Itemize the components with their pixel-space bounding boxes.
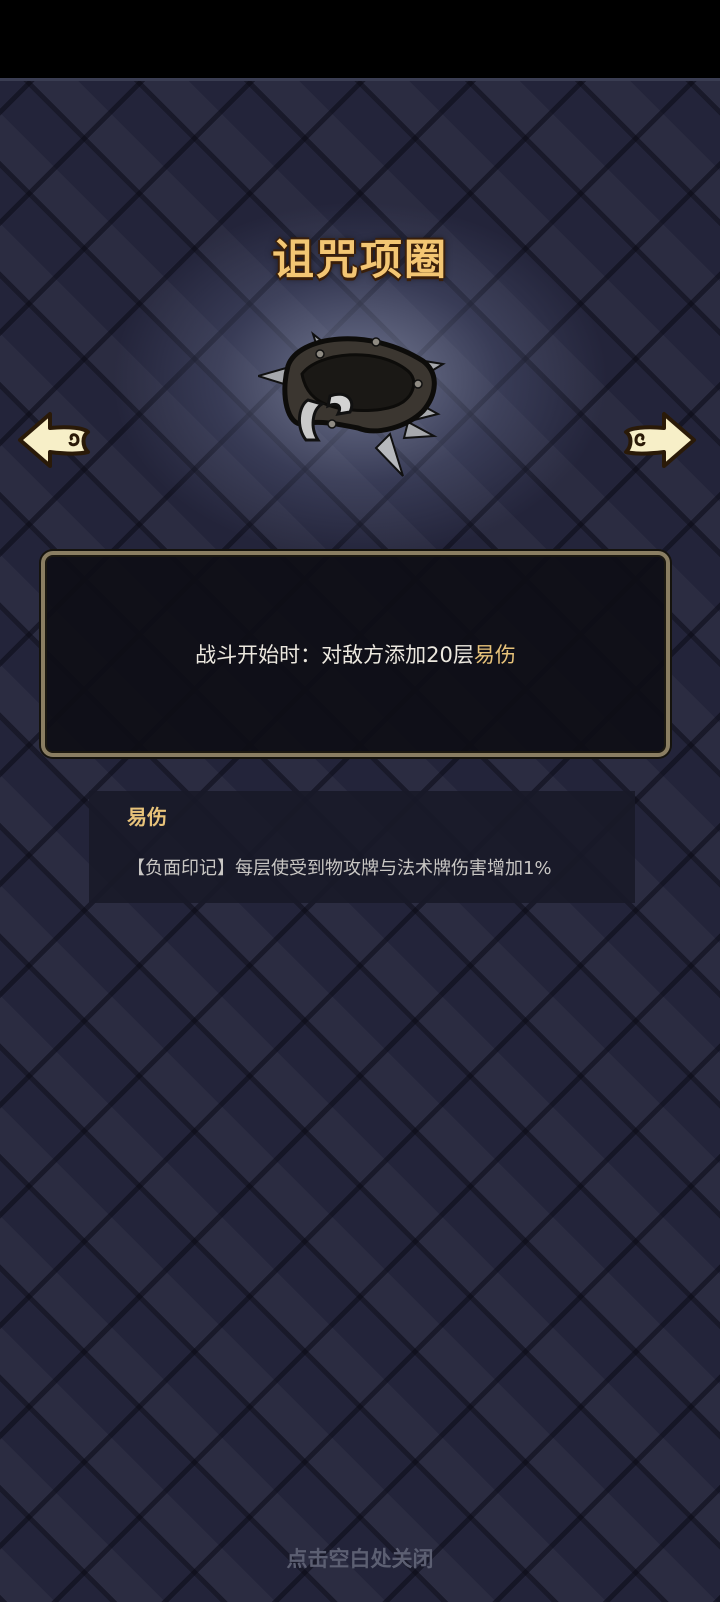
item-detail-screen[interactable]: 诅咒项圈 战斗开始时：对敌方添加20层易伤 易伤 【负面印记】每层使受到物攻牌与… [0,0,720,1602]
arrow-left-icon[interactable] [16,410,94,468]
spiked-collar-icon [258,331,446,477]
description-prefix: 战斗开始时：对敌方添加20层 [195,643,474,667]
item-title: 诅咒项圈 [271,235,448,284]
keyword-description: 【负面印记】每层使受到物攻牌与法术牌伤害增加1% [127,858,552,879]
keyword-tooltip: 易伤 【负面印记】每层使受到物攻牌与法术牌伤害增加1% [89,791,635,903]
item-description-box: 战斗开始时：对敌方添加20层易伤 [41,551,670,757]
status-bar [0,0,720,81]
arrow-right-icon[interactable] [620,410,698,468]
description-keyword-link[interactable]: 易伤 [474,643,516,667]
item-description: 战斗开始时：对敌方添加20层易伤 [195,639,516,669]
keyword-name: 易伤 [127,805,167,829]
close-hint[interactable]: 点击空白处关闭 [0,1543,720,1573]
